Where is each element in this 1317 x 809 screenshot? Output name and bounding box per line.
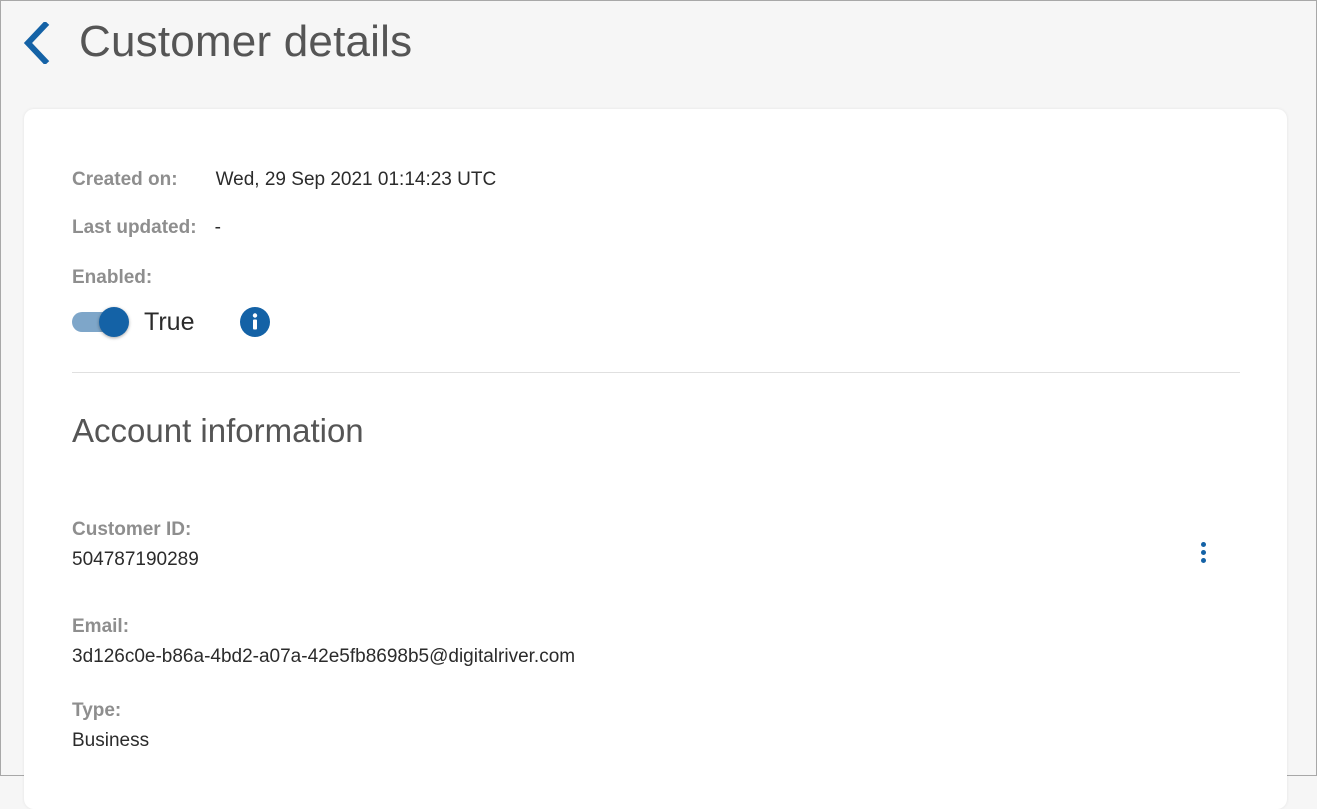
- email-field: Email: 3d126c0e-b86a-4bd2-a07a-42e5fb869…: [72, 615, 575, 669]
- type-label: Type:: [72, 700, 122, 721]
- last-updated-value: -: [214, 217, 221, 238]
- customer-id-field: Customer ID: 504787190289: [72, 518, 199, 572]
- chevron-left-icon: [23, 22, 50, 64]
- enabled-row: Enabled:: [72, 267, 152, 289]
- last-updated-row: Last updated: -: [72, 217, 221, 239]
- customer-id-label: Customer ID:: [72, 519, 192, 540]
- created-on-value: Wed, 29 Sep 2021 01:14:23 UTC: [215, 169, 497, 190]
- kebab-dot: [1200, 557, 1206, 563]
- customer-id-value: 504787190289: [72, 549, 199, 570]
- created-on-row: Created on: Wed, 29 Sep 2021 01:14:23 UT…: [72, 169, 496, 191]
- toggle-thumb: [99, 307, 129, 337]
- enabled-toggle-row: True: [72, 307, 271, 337]
- more-actions-button[interactable]: [1188, 535, 1218, 569]
- back-button[interactable]: [14, 20, 58, 66]
- page-title: Customer details: [79, 17, 413, 66]
- enabled-toggle[interactable]: [72, 307, 130, 337]
- created-on-label: Created on:: [72, 169, 178, 190]
- info-icon[interactable]: [240, 307, 271, 337]
- last-updated-label: Last updated:: [72, 217, 197, 238]
- kebab-dot: [1200, 549, 1206, 555]
- email-label: Email:: [72, 616, 130, 637]
- kebab-dot: [1200, 541, 1206, 547]
- customer-card: Created on: Wed, 29 Sep 2021 01:14:23 UT…: [24, 109, 1287, 809]
- type-field: Type: Business: [72, 699, 149, 753]
- section-divider: [72, 372, 1240, 373]
- account-information-heading: Account information: [72, 412, 364, 449]
- page-header: Customer details: [0, 0, 1317, 100]
- enabled-label: Enabled:: [72, 267, 153, 288]
- type-value: Business: [72, 730, 150, 751]
- email-value: 3d126c0e-b86a-4bd2-a07a-42e5fb8698b5@dig…: [72, 646, 576, 667]
- enabled-value: True: [144, 307, 195, 336]
- info-glyph: [253, 313, 258, 330]
